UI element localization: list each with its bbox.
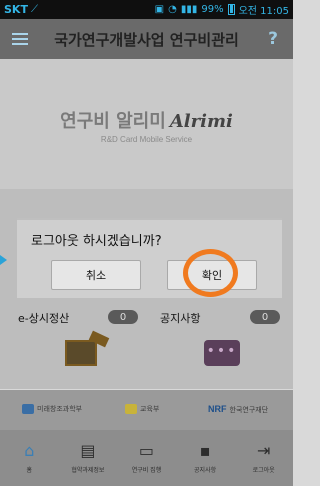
cancel-button[interactable]: 취소	[51, 260, 141, 290]
tile-notice[interactable]: 공지사항 0 •••	[152, 300, 292, 390]
tile-settlement-count: 0	[108, 310, 138, 324]
nrf-mark: NRF	[208, 404, 227, 414]
nav-label: 협약과제정보	[71, 467, 105, 474]
logo-second-label: 교육부	[140, 406, 160, 413]
nav-expense[interactable]: ▭ 연구비 집행	[117, 430, 176, 486]
tile-notice-label: 공지사항	[160, 312, 201, 325]
logo-nrf: NRF 한국연구재단	[208, 404, 268, 415]
battery-icon	[227, 4, 235, 15]
help-button[interactable]: ?	[253, 19, 293, 59]
logout-icon: ⇥	[256, 441, 271, 460]
logo-ministry-education: 교육부	[125, 404, 160, 415]
bottom-nav: ⌂ 홈 ▤ 협약과제정보 ▭ 연구비 집행 ▪ 공지사항 ⇥ 로그아웃	[0, 430, 293, 486]
nav-label: 공지사항	[194, 467, 217, 474]
receipt-icon	[65, 340, 97, 366]
nav-notice[interactable]: ▪ 공지사항	[176, 430, 235, 486]
brand-logo: 연구비 알리미 Alrimi	[0, 107, 293, 133]
chat-icon: ▪	[199, 441, 211, 460]
highlight-circle	[183, 249, 238, 297]
brand-name-en: Alrimi	[169, 111, 233, 132]
status-bar: SKT ⟋ ▣ ◔ ▮▮▮ 99% 오전 11:05	[0, 0, 293, 19]
menu-button[interactable]	[0, 19, 40, 59]
chat-icon: •••	[204, 340, 240, 366]
status-icons: ▣ ◔ ▮▮▮ 99% 오전 11:05	[155, 2, 289, 17]
nav-home[interactable]: ⌂ 홈	[0, 430, 59, 486]
wifi-icon: ⟋	[30, 4, 38, 15]
logo-ministry-science: 미래창조과학부	[22, 404, 83, 415]
nav-label: 연구비 집행	[131, 467, 162, 474]
document-icon: ▤	[80, 441, 96, 460]
message-icon: ◔	[168, 4, 177, 15]
signal-icon: ▮▮▮	[180, 4, 198, 15]
dialog-message: 로그아웃 하시겠습니까?	[31, 234, 162, 249]
tile-notice-count: 0	[250, 310, 280, 324]
pointer-arrow-icon	[0, 255, 7, 265]
app-bar: 국가연구개발사업 연구비관리 ?	[0, 19, 293, 59]
education-emblem-icon	[125, 404, 137, 415]
banner: 연구비 알리미 Alrimi R&D Card Mobile Service	[0, 59, 293, 189]
logout-dialog: 로그아웃 하시겠습니까? 취소 확인	[17, 218, 282, 298]
app-title: 국가연구개발사업 연구비관리	[54, 30, 239, 49]
brand-name: 연구비 알리미	[60, 111, 166, 132]
home-icon: ⌂	[24, 441, 35, 460]
tile-settlement-label: e-상시정산	[18, 312, 70, 325]
nav-label: 홈	[26, 467, 33, 474]
menu-tiles: e-상시정산 0 공지사항 0 •••	[0, 300, 293, 390]
logo-third-label: 한국연구재단	[229, 407, 269, 414]
logo-first-label: 미래창조과학부	[37, 406, 83, 413]
brand-subtitle: R&D Card Mobile Service	[100, 135, 193, 144]
carrier-label: SKT	[4, 3, 28, 16]
nav-agreement-info[interactable]: ▤ 협약과제정보	[59, 430, 118, 486]
card-icon: ▭	[138, 441, 155, 460]
sponsor-logos: 미래창조과학부 교육부 NRF 한국연구재단	[0, 390, 293, 430]
clock: 오전 11:05	[238, 6, 289, 17]
screen-icon: ▣	[154, 4, 165, 15]
nav-logout[interactable]: ⇥ 로그아웃	[234, 430, 293, 486]
hamburger-icon	[12, 33, 28, 45]
ministry-emblem-icon	[22, 404, 34, 415]
battery-percent: 99%	[201, 4, 224, 15]
tile-settlement[interactable]: e-상시정산 0	[10, 300, 150, 390]
nav-label: 로그아웃	[252, 467, 275, 474]
